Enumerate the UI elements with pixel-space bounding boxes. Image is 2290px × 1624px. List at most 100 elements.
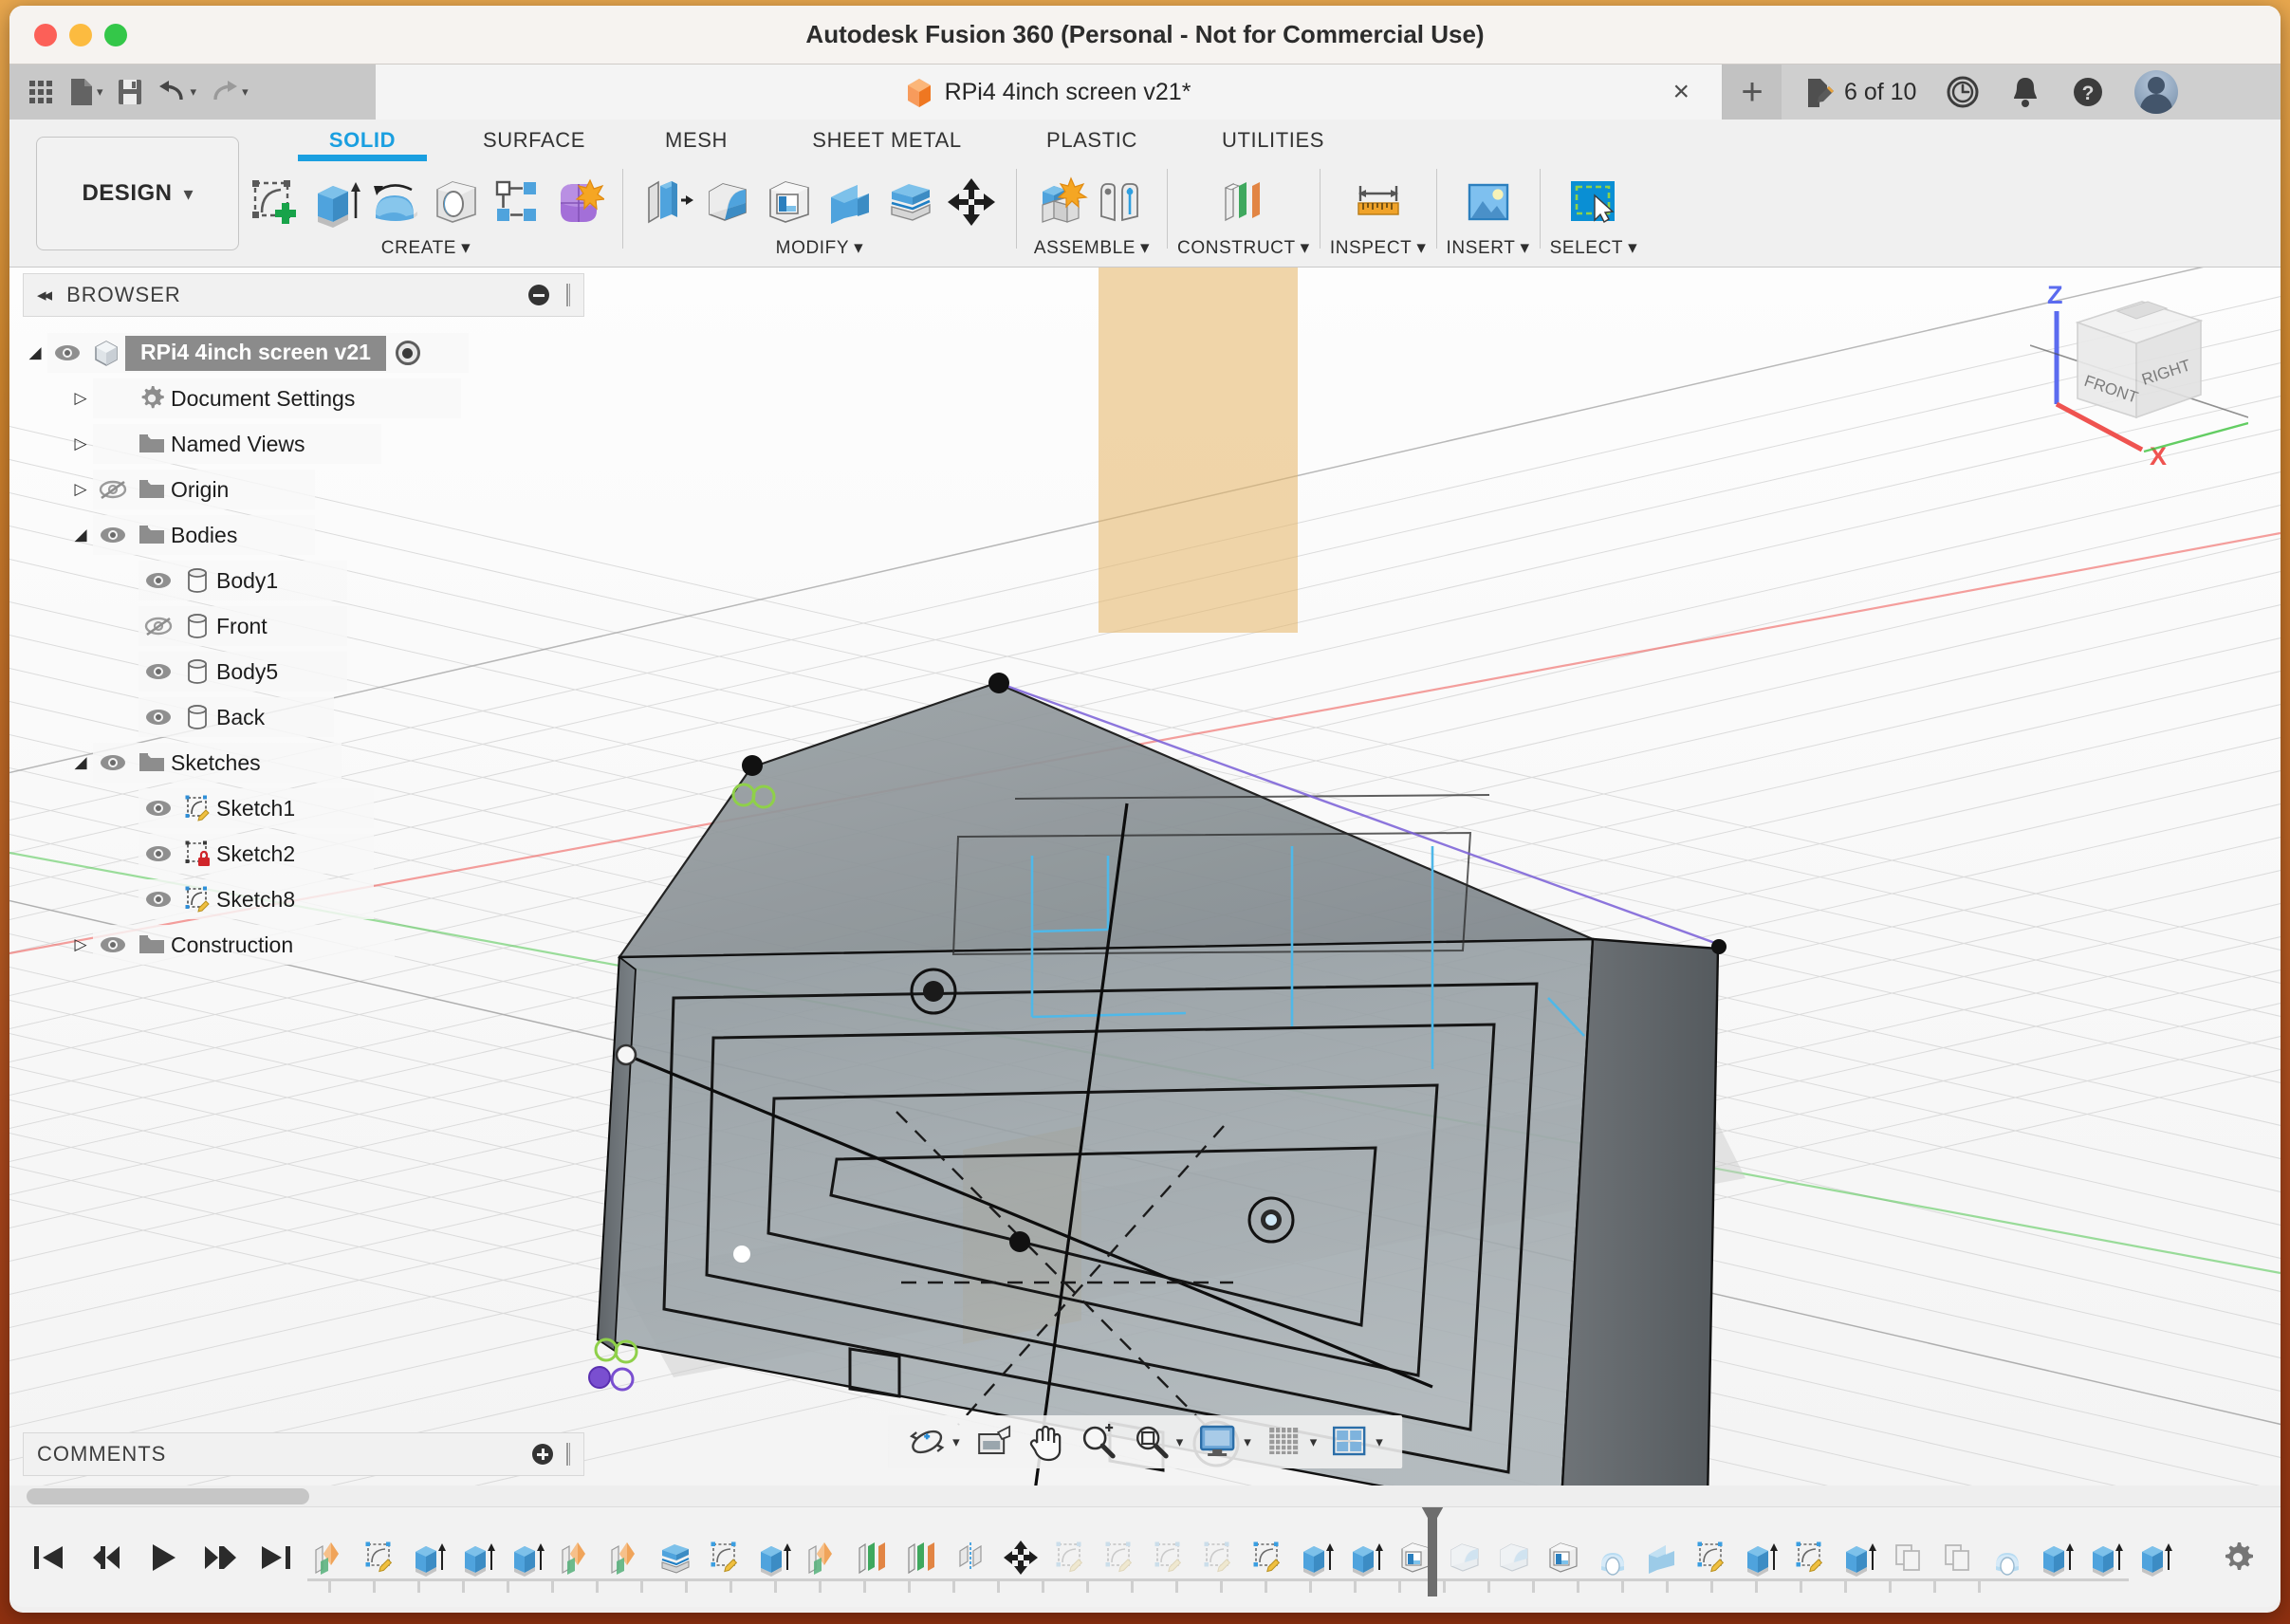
edits-remaining[interactable]: 6 of 10 xyxy=(1804,76,1916,108)
timeline-features[interactable] xyxy=(294,1507,2195,1607)
step-forward-button[interactable] xyxy=(201,1540,237,1576)
tool-fillet[interactable] xyxy=(699,169,758,235)
tab-mesh[interactable]: MESH xyxy=(639,128,753,153)
timeline-feature-shell[interactable] xyxy=(1393,1533,1438,1582)
timeline-feature-extrude[interactable] xyxy=(2034,1533,2079,1582)
tree-item-sketch2[interactable]: Sketch2 xyxy=(23,831,584,877)
undo-icon[interactable]: ▾ xyxy=(153,70,201,114)
activate-component-radio[interactable] xyxy=(395,341,420,365)
new-document-icon[interactable]: ▾ xyxy=(65,70,107,114)
3d-viewport[interactable]: ◂◂ BROWSER ◢ RPi4 4inch screen v21 ▷ Docume… xyxy=(9,268,2281,1486)
tree-item-bodies[interactable]: ◢ Bodies xyxy=(23,512,584,558)
step-back-button[interactable] xyxy=(87,1540,123,1576)
nav-display-settings[interactable]: ▾ xyxy=(1191,1419,1257,1465)
nav-fit[interactable]: ▾ xyxy=(1125,1418,1190,1466)
help-icon[interactable]: ? xyxy=(2070,74,2106,110)
maximize-button[interactable] xyxy=(104,23,127,46)
workspace-switcher[interactable]: DESIGN ▾ xyxy=(36,137,239,250)
tab-sheet-metal[interactable]: SHEET METAL xyxy=(778,128,996,153)
tree-item-back[interactable]: Back xyxy=(23,694,584,740)
timeline-feature-extrude[interactable] xyxy=(1343,1533,1389,1582)
timeline-feature-sketch-plane[interactable] xyxy=(603,1533,649,1582)
nav-viewports[interactable]: ▾ xyxy=(1324,1419,1389,1465)
tool-create-sketch[interactable] xyxy=(245,169,304,235)
tab-plastic[interactable]: PLASTIC xyxy=(1021,128,1163,153)
timeline-feature-fillet[interactable] xyxy=(1491,1533,1537,1582)
panel-title-assemble[interactable]: ASSEMBLE ▾ xyxy=(1034,237,1150,259)
timeline-feature-fillet[interactable] xyxy=(1442,1533,1487,1582)
tree-twist-icon[interactable]: ▷ xyxy=(68,434,93,453)
account-avatar[interactable] xyxy=(2134,70,2179,114)
timeline-feature-extrude[interactable] xyxy=(505,1533,550,1582)
eye-hidden-icon[interactable] xyxy=(93,478,133,501)
tree-item-construction[interactable]: ▷ Construction xyxy=(23,922,584,968)
panel-title-modify[interactable]: MODIFY ▾ xyxy=(776,237,864,259)
timeline-feature-move[interactable] xyxy=(998,1533,1043,1582)
tree-item-front[interactable]: Front xyxy=(23,603,584,649)
timeline-feature-copy-paste[interactable] xyxy=(1935,1533,1981,1582)
timeline-feature-sketch-plane[interactable] xyxy=(307,1533,353,1582)
jump-to-end-button[interactable] xyxy=(258,1540,294,1576)
tool-revolve[interactable] xyxy=(366,169,425,235)
tool-offset-plane[interactable] xyxy=(1214,169,1273,235)
panel-title-select[interactable]: SELECT ▾ xyxy=(1550,237,1638,259)
timeline-feature-sketch[interactable] xyxy=(1689,1533,1734,1582)
nav-pan[interactable] xyxy=(1021,1418,1070,1466)
panel-title-inspect[interactable]: INSPECT ▾ xyxy=(1330,237,1427,259)
timeline-feature-sketch-dim[interactable] xyxy=(1097,1533,1142,1582)
view-cube[interactable]: Z X FRONT RIGHT xyxy=(2030,279,2248,469)
eye-visible-icon[interactable] xyxy=(93,525,133,545)
nav-grid-caret[interactable]: ▾ xyxy=(1310,1433,1318,1450)
timeline-feature-extrude[interactable] xyxy=(455,1533,501,1582)
collapse-panel-icon[interactable]: ◂◂ xyxy=(37,285,52,306)
tree-twist-icon[interactable]: ◢ xyxy=(23,343,47,362)
tool-combine[interactable] xyxy=(821,169,879,235)
tree-item-sketch8[interactable]: Sketch8 xyxy=(23,877,584,922)
tool-hole[interactable] xyxy=(427,169,486,235)
timeline-feature-revolve[interactable] xyxy=(1590,1533,1635,1582)
timeline-feature-sketch[interactable] xyxy=(1787,1533,1833,1582)
add-comment-icon[interactable] xyxy=(532,1444,553,1465)
tree-item-body1[interactable]: Body1 xyxy=(23,558,584,603)
minimize-button[interactable] xyxy=(69,23,92,46)
eye-visible-icon[interactable] xyxy=(139,798,178,819)
eye-visible-icon[interactable] xyxy=(139,843,178,864)
nav-fit-caret[interactable]: ▾ xyxy=(1176,1433,1184,1450)
tree-twist-icon[interactable]: ◢ xyxy=(68,753,93,772)
timeline-feature-revolve[interactable] xyxy=(1985,1533,2030,1582)
timeline-feature-plane[interactable] xyxy=(850,1533,896,1582)
tree-item-named-views[interactable]: ▷ Named Views xyxy=(23,421,584,467)
timeline-feature-offset-face[interactable] xyxy=(653,1533,698,1582)
document-tab[interactable]: RPi4 4inch screen v21* × xyxy=(376,65,1723,120)
tree-item-sketches[interactable]: ◢ Sketches xyxy=(23,740,584,785)
tree-twist-icon[interactable]: ▷ xyxy=(68,389,93,408)
timeline-feature-extrude[interactable] xyxy=(751,1533,797,1582)
tool-select-window[interactable] xyxy=(1564,169,1623,235)
nav-grid-settings[interactable]: ▾ xyxy=(1259,1419,1323,1465)
eye-visible-icon[interactable] xyxy=(47,342,87,363)
timeline-feature-sketch-dim[interactable] xyxy=(1146,1533,1191,1582)
panel-title-insert[interactable]: INSERT ▾ xyxy=(1447,237,1530,259)
timeline-feature-extrude[interactable] xyxy=(1294,1533,1339,1582)
eye-hidden-icon[interactable] xyxy=(139,615,178,637)
play-button[interactable] xyxy=(144,1540,180,1576)
tab-solid[interactable]: SOLID xyxy=(296,128,429,161)
save-icon[interactable] xyxy=(111,70,149,114)
timeline-feature-extrude[interactable] xyxy=(1837,1533,1882,1582)
undo-caret[interactable]: ▾ xyxy=(191,84,197,100)
panel-title-construct[interactable]: CONSTRUCT ▾ xyxy=(1177,237,1310,259)
comments-panel[interactable]: COMMENTS xyxy=(23,1432,584,1476)
timeline-feature-plane[interactable] xyxy=(899,1533,945,1582)
nav-orbit[interactable]: ▾ xyxy=(901,1418,966,1466)
tree-item-rpi4-4inch-screen-v21[interactable]: ◢ RPi4 4inch screen v21 xyxy=(23,330,584,376)
tree-item-sketch1[interactable]: Sketch1 xyxy=(23,785,584,831)
eye-visible-icon[interactable] xyxy=(139,661,178,682)
tree-twist-icon[interactable]: ▷ xyxy=(68,935,93,954)
tool-form[interactable] xyxy=(548,169,607,235)
tool-pattern[interactable] xyxy=(488,169,546,235)
close-tab-icon[interactable]: × xyxy=(1672,78,1690,106)
nav-viewports-caret[interactable]: ▾ xyxy=(1376,1433,1383,1450)
scrollbar-thumb[interactable] xyxy=(27,1488,309,1504)
eye-visible-icon[interactable] xyxy=(139,570,178,591)
timeline-feature-sketch-plane[interactable] xyxy=(554,1533,600,1582)
